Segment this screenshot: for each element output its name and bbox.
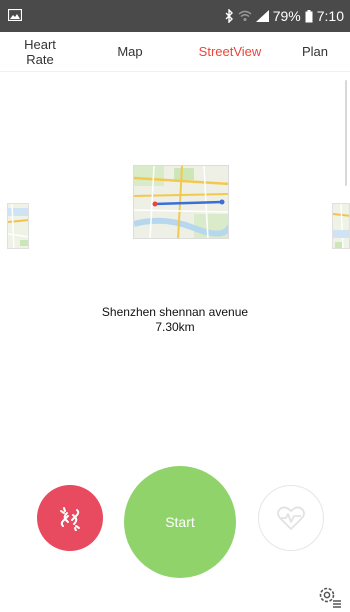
vertical-scrollbar[interactable] xyxy=(345,80,347,186)
route-map-thumbnail-next[interactable] xyxy=(332,203,350,249)
tab-streetview[interactable]: StreetView xyxy=(180,44,280,59)
heart-rate-icon xyxy=(277,506,305,530)
status-time: 7:10 xyxy=(316,8,344,24)
status-right: 79% 7:10 xyxy=(224,0,344,32)
status-bar: 79% 7:10 xyxy=(0,0,350,32)
route-map-thumbnail-previous[interactable] xyxy=(7,203,29,249)
tab-bar: HeartRate Map StreetView Plan xyxy=(0,32,350,72)
heart-rate-button[interactable] xyxy=(258,485,324,551)
route-name: Shenzhen shennan avenue xyxy=(101,305,249,319)
start-button[interactable]: Start xyxy=(124,466,236,578)
route-distance: 7.30km xyxy=(155,320,195,334)
settings-button[interactable] xyxy=(318,586,342,608)
tab-heartrate[interactable]: HeartRate xyxy=(0,37,80,67)
signal-icon xyxy=(255,10,269,22)
start-label: Start xyxy=(165,514,195,530)
street-view-screen: 79% 7:10 HeartRate Map StreetView Plan S… xyxy=(0,0,350,612)
battery-percent: 79% xyxy=(272,8,301,24)
battery-icon xyxy=(305,9,313,23)
bluetooth-icon xyxy=(224,9,234,23)
gallery-notification-icon xyxy=(8,9,22,21)
disconnect-button[interactable] xyxy=(37,485,103,551)
wifi-icon xyxy=(238,10,252,22)
settings-list-icon xyxy=(319,587,341,608)
route-map-thumbnail[interactable] xyxy=(133,165,229,239)
broken-link-icon xyxy=(60,507,80,531)
tab-plan[interactable]: Plan xyxy=(280,44,350,59)
tab-map[interactable]: Map xyxy=(80,44,180,59)
